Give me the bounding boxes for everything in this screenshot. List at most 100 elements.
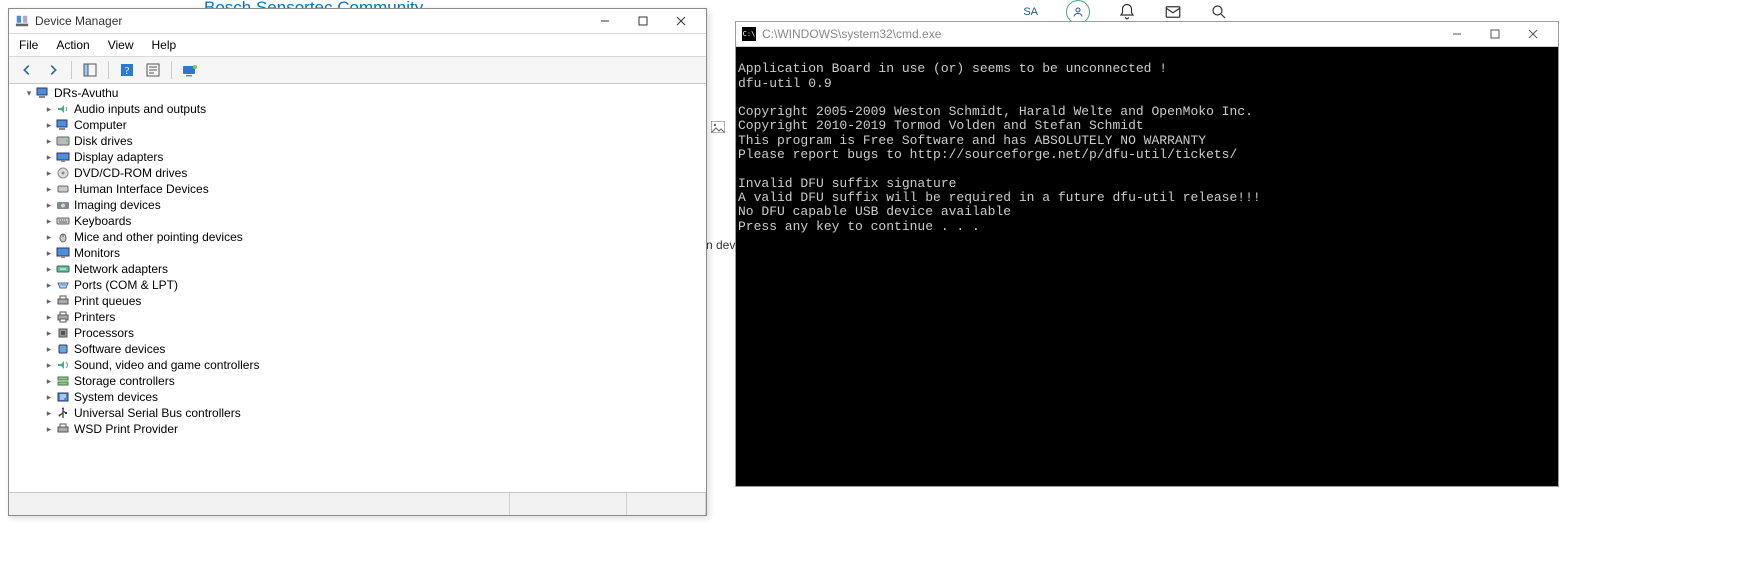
device-manager-window: Device Manager File Action View Help ? ▾… xyxy=(8,8,707,516)
tree-category[interactable]: ▸ Mice and other pointing devices xyxy=(43,229,702,245)
profile-initials: SA xyxy=(1023,6,1038,18)
caret-right-icon[interactable]: ▸ xyxy=(43,104,55,115)
caret-right-icon[interactable]: ▸ xyxy=(43,216,55,227)
device-manager-appicon xyxy=(15,14,29,28)
tree-category[interactable]: ▸Monitors xyxy=(43,245,702,261)
close-button[interactable] xyxy=(662,10,700,32)
category-icon xyxy=(55,134,71,148)
tree-category[interactable]: ▸ Computer xyxy=(43,117,702,133)
category-icon xyxy=(55,166,71,180)
scan-hardware-button[interactable] xyxy=(178,58,202,82)
caret-right-icon[interactable]: ▸ xyxy=(43,392,55,403)
tree-category[interactable]: ▸ Display adapters xyxy=(43,149,702,165)
category-icon xyxy=(55,278,71,292)
tree-category[interactable]: ▸Printers xyxy=(43,309,702,325)
caret-right-icon[interactable]: ▸ xyxy=(43,360,55,371)
category-icon xyxy=(55,246,71,260)
minimize-button[interactable] xyxy=(1438,23,1476,45)
category-icon xyxy=(55,422,71,436)
caret-right-icon[interactable]: ▸ xyxy=(43,136,55,147)
caret-right-icon[interactable]: ▸ xyxy=(43,296,55,307)
minimize-button[interactable] xyxy=(586,10,624,32)
category-icon xyxy=(55,214,71,228)
caret-right-icon[interactable]: ▸ xyxy=(43,328,55,339)
tree-category-label: Keyboards xyxy=(74,214,131,228)
tree-category[interactable]: ▸Print queues xyxy=(43,293,702,309)
caret-right-icon[interactable]: ▸ xyxy=(43,200,55,211)
tree-category[interactable]: ▸Disk drives xyxy=(43,133,702,149)
cmd-output[interactable]: Application Board in use (or) seems to b… xyxy=(736,46,1558,486)
caret-right-icon[interactable]: ▸ xyxy=(43,248,55,259)
menu-help[interactable]: Help xyxy=(150,36,179,54)
device-tree[interactable]: ▾ DRs-Avuthu ▸Audio inputs and outputs▸C… xyxy=(13,85,702,489)
tree-category[interactable]: ▸ Keyboards xyxy=(43,213,702,229)
category-icon xyxy=(55,198,71,212)
tree-category[interactable]: ▸ Network adapters xyxy=(43,261,702,277)
search-icon[interactable] xyxy=(1210,3,1228,21)
tree-category-label: Sound, video and game controllers xyxy=(74,358,259,372)
tree-category[interactable]: ▸ Software devices xyxy=(43,341,702,357)
caret-right-icon[interactable]: ▸ xyxy=(43,152,55,163)
forward-button[interactable] xyxy=(41,58,65,82)
category-icon xyxy=(55,342,71,356)
tree-category-label: Imaging devices xyxy=(74,198,161,212)
show-hide-tree-button[interactable] xyxy=(78,58,102,82)
caret-right-icon[interactable]: ▸ xyxy=(43,264,55,275)
caret-right-icon[interactable]: ▸ xyxy=(43,408,55,419)
caret-right-icon[interactable]: ▸ xyxy=(43,232,55,243)
menu-file[interactable]: File xyxy=(17,36,40,54)
properties-button[interactable] xyxy=(141,58,165,82)
tree-category-label: Processors xyxy=(74,326,134,340)
caret-right-icon[interactable]: ▸ xyxy=(43,280,55,291)
close-button[interactable] xyxy=(1514,23,1552,45)
tree-category[interactable]: ▸ Imaging devices xyxy=(43,197,702,213)
envelope-icon[interactable] xyxy=(1164,3,1182,21)
caret-right-icon[interactable]: ▸ xyxy=(43,376,55,387)
tree-category[interactable]: ▸Ports (COM & LPT) xyxy=(43,277,702,293)
device-manager-statusbar xyxy=(9,492,706,515)
category-icon xyxy=(55,262,71,276)
menu-action[interactable]: Action xyxy=(54,36,91,54)
device-manager-titlebar[interactable]: Device Manager xyxy=(9,9,706,34)
caret-right-icon[interactable]: ▸ xyxy=(43,344,55,355)
tree-category[interactable]: ▸WSD Print Provider xyxy=(43,421,702,437)
caret-right-icon[interactable]: ▸ xyxy=(43,184,55,195)
maximize-button[interactable] xyxy=(1476,23,1514,45)
caret-right-icon[interactable]: ▸ xyxy=(43,120,55,131)
category-icon xyxy=(55,374,71,388)
tree-category[interactable]: ▸ Storage controllers xyxy=(43,373,702,389)
device-manager-toolbar: ? xyxy=(9,57,706,84)
toolbar-separator xyxy=(108,61,109,79)
tree-category[interactable]: ▸DVD/CD-ROM drives xyxy=(43,165,702,181)
tree-category[interactable]: ▸Audio inputs and outputs xyxy=(43,101,702,117)
device-manager-menubar: File Action View Help xyxy=(9,34,706,57)
bell-icon[interactable] xyxy=(1118,3,1136,21)
menu-view[interactable]: View xyxy=(106,36,136,54)
tree-category[interactable]: ▸Universal Serial Bus controllers xyxy=(43,405,702,421)
tree-category[interactable]: ▸ Processors xyxy=(43,325,702,341)
category-icon xyxy=(55,182,71,196)
tree-category[interactable]: ▸System devices xyxy=(43,389,702,405)
help-button[interactable]: ? xyxy=(115,58,139,82)
category-icon xyxy=(55,230,71,244)
maximize-button[interactable] xyxy=(624,10,662,32)
tree-root-node[interactable]: ▾ DRs-Avuthu xyxy=(23,85,702,101)
cmd-window: C:\ C:\WINDOWS\system32\cmd.exe Applicat… xyxy=(735,21,1559,487)
tree-category[interactable]: ▸Human Interface Devices xyxy=(43,181,702,197)
caret-down-icon[interactable]: ▾ xyxy=(23,88,35,99)
cmd-appicon: C:\ xyxy=(742,27,756,41)
tree-category[interactable]: ▸ Sound, video and game controllers xyxy=(43,357,702,373)
caret-right-icon[interactable]: ▸ xyxy=(43,312,55,323)
cmd-title: C:\WINDOWS\system32\cmd.exe xyxy=(762,27,1438,41)
tree-category-label: Display adapters xyxy=(74,150,163,164)
caret-right-icon[interactable]: ▸ xyxy=(43,424,55,435)
tree-category-label: Network adapters xyxy=(74,262,168,276)
back-button[interactable] xyxy=(15,58,39,82)
tree-category-label: Software devices xyxy=(74,342,165,356)
tree-category-label: Storage controllers xyxy=(74,374,175,388)
cmd-titlebar[interactable]: C:\ C:\WINDOWS\system32\cmd.exe xyxy=(736,22,1558,47)
tree-category-label: Computer xyxy=(74,118,127,132)
caret-right-icon[interactable]: ▸ xyxy=(43,168,55,179)
category-icon xyxy=(55,406,71,420)
tree-category-label: Mice and other pointing devices xyxy=(74,230,243,244)
